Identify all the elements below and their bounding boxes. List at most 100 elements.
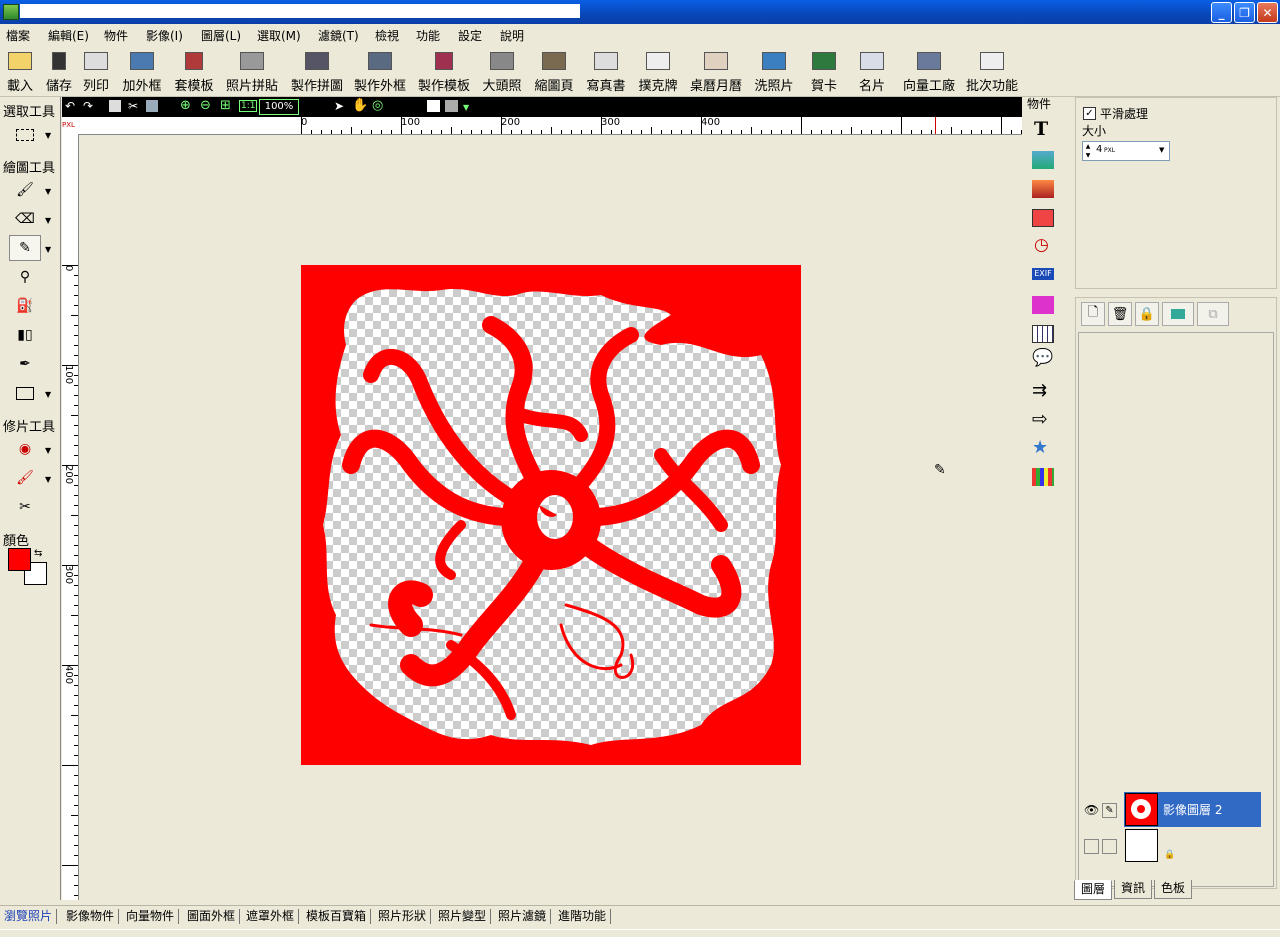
chevron-down-icon[interactable]: ▼ <box>45 245 51 254</box>
fill-tool[interactable]: ⛽ <box>9 293 41 319</box>
pencil-tool[interactable]: ✎ <box>9 235 41 261</box>
zoom-in-icon[interactable]: ⊕ <box>180 98 191 113</box>
shape-tool[interactable] <box>9 380 41 406</box>
menu-select[interactable]: 選取(M) <box>257 27 301 44</box>
business-card-button[interactable]: 名片 <box>854 48 890 94</box>
smooth-checkbox[interactable]: ✓ <box>1083 107 1096 120</box>
actual-size-icon[interactable]: 1:1 <box>239 100 258 112</box>
menu-help[interactable]: 說明 <box>500 27 524 44</box>
tab-info[interactable]: 資訊 <box>1114 880 1153 899</box>
stepper-arrows-icon[interactable]: ▲ ▼ <box>1083 142 1093 160</box>
tab-template-box[interactable]: 模板百寶箱 <box>302 909 372 924</box>
cutout-tool[interactable]: ✂ <box>9 494 41 520</box>
tab-palette[interactable]: 色板 <box>1154 880 1193 899</box>
text-object-icon[interactable]: T <box>1034 118 1048 140</box>
exif-icon[interactable]: EXIF <box>1032 268 1054 280</box>
tab-vector-objects[interactable]: 向量物件 <box>122 909 180 924</box>
gradient-tool[interactable]: ▮▯ <box>9 322 41 348</box>
cake-icon[interactable] <box>1032 296 1054 314</box>
menu-object[interactable]: 物件 <box>104 27 128 44</box>
tab-photo-shapes[interactable]: 照片形狀 <box>374 909 432 924</box>
edit-toggle[interactable] <box>1102 839 1117 854</box>
zoom-level-field[interactable]: 100% <box>259 99 299 115</box>
eraser-tool[interactable]: ⌫ <box>9 206 41 232</box>
delete-layer-button[interactable]: 🗑 <box>1108 302 1132 326</box>
chevron-down-icon[interactable]: ▼ <box>45 216 51 225</box>
chevron-down-icon[interactable]: ▼ <box>45 446 51 455</box>
tab-layers[interactable]: 圖層 <box>1074 880 1113 900</box>
menu-filter[interactable]: 濾鏡(T) <box>318 27 359 44</box>
tab-canvas-frames[interactable]: 圖面外框 <box>183 909 241 924</box>
eyedropper-tool[interactable]: ✒ <box>9 351 41 377</box>
rect-select-tool[interactable] <box>9 122 41 148</box>
clock-icon[interactable]: ◷ <box>1034 235 1049 255</box>
visibility-toggle[interactable] <box>1084 839 1099 854</box>
add-frame-button[interactable]: 加外框 <box>119 48 165 94</box>
chevron-down-icon[interactable]: ▼ <box>463 103 469 112</box>
load-button[interactable]: 載入 <box>4 48 36 94</box>
print-photo-button[interactable]: 洗照片 <box>751 48 797 94</box>
zoom-out-icon[interactable]: ⊖ <box>200 98 211 113</box>
foreground-color-swatch[interactable] <box>8 548 31 571</box>
photo-book-button[interactable]: 寫真書 <box>583 48 629 94</box>
menu-file[interactable]: 檔案 <box>6 27 30 44</box>
calendar-object-icon[interactable] <box>1032 325 1054 343</box>
minimize-button[interactable]: _ <box>1211 2 1232 23</box>
chevron-down-icon[interactable]: ▼ <box>45 131 51 140</box>
image-object-icon[interactable] <box>1032 151 1054 169</box>
lines-icon[interactable]: ⇉ <box>1032 380 1047 401</box>
menu-edit[interactable]: 編輯(E) <box>48 27 89 44</box>
copy-icon[interactable] <box>109 100 121 112</box>
menu-view[interactable]: 檢視 <box>375 27 399 44</box>
make-puzzle-button[interactable]: 製作拼圖 <box>288 48 346 94</box>
fit-window-icon[interactable]: ⊞ <box>220 98 231 113</box>
undo-icon[interactable]: ↶ <box>65 99 75 113</box>
size-stepper[interactable]: ▲ ▼ 4 PXL ▼ <box>1082 141 1170 161</box>
make-template-button[interactable]: 製作模板 <box>415 48 473 94</box>
close-button[interactable]: ✕ <box>1257 2 1278 23</box>
hand-icon[interactable]: ✋ <box>352 98 368 113</box>
tab-photo-filters[interactable]: 照片濾鏡 <box>494 909 552 924</box>
speech-bubble-icon[interactable]: 💬 <box>1032 348 1053 368</box>
make-frame-button[interactable]: 製作外框 <box>351 48 409 94</box>
cut-icon[interactable]: ✂ <box>128 99 138 113</box>
collage-button[interactable]: 照片拼貼 <box>222 48 282 94</box>
save-button[interactable]: 儲存 <box>43 48 75 94</box>
brush-tool[interactable]: 🖌 <box>9 177 41 203</box>
pointer-icon[interactable]: ➤ <box>334 99 344 113</box>
redo-icon[interactable]: ↷ <box>83 99 93 113</box>
layers-object-icon[interactable] <box>1032 209 1054 227</box>
menu-function[interactable]: 功能 <box>416 27 440 44</box>
retouch-brush-tool[interactable]: 🖌 <box>9 465 41 491</box>
photo-object-icon[interactable] <box>1032 180 1054 198</box>
red-eye-tool[interactable]: ◉ <box>9 436 41 462</box>
swap-colors-icon[interactable]: ⇆ <box>34 548 42 559</box>
calendar-button[interactable]: 桌曆月曆 <box>686 48 746 94</box>
chevron-down-icon[interactable]: ▼ <box>1159 146 1164 154</box>
clone-stamp-tool[interactable]: ⚲ <box>9 264 41 290</box>
image-canvas[interactable] <box>301 265 801 765</box>
menu-layer[interactable]: 圖層(L) <box>201 27 241 44</box>
white-bg-icon[interactable] <box>427 100 440 112</box>
lock-layer-button[interactable]: 🔒 <box>1135 302 1159 326</box>
chevron-down-icon[interactable]: ▼ <box>45 390 51 399</box>
layer-properties-button[interactable] <box>1162 302 1194 326</box>
thumbnail-page-button[interactable]: 縮圖頁 <box>531 48 577 94</box>
tab-image-objects[interactable]: 影像物件 <box>62 909 120 924</box>
merge-layer-button[interactable]: ⧉ <box>1197 302 1229 326</box>
batch-button[interactable]: 批次功能 <box>963 48 1021 94</box>
star-icon[interactable]: ★ <box>1032 437 1048 458</box>
menu-image[interactable]: 影像(I) <box>146 27 183 44</box>
new-layer-button[interactable]: 🗋 <box>1081 302 1105 326</box>
chevron-down-icon[interactable]: ▼ <box>45 187 51 196</box>
background-layer-thumbnail[interactable] <box>1125 829 1158 862</box>
tab-browse-photos[interactable]: 瀏覽照片 <box>0 909 58 924</box>
select-area-icon[interactable]: ◎ <box>372 98 383 113</box>
color-pattern-icon[interactable] <box>1032 468 1054 486</box>
tab-mask-frames[interactable]: 遮罩外框 <box>242 909 300 924</box>
layer-row-selected[interactable]: 影像圖層 2 <box>1124 792 1261 827</box>
eye-visibility-icon[interactable]: 👁 <box>1084 803 1099 817</box>
id-photo-button[interactable]: 大頭照 <box>479 48 525 94</box>
maximize-button[interactable]: ❐ <box>1234 2 1255 23</box>
gray-bg-icon[interactable] <box>445 100 458 112</box>
